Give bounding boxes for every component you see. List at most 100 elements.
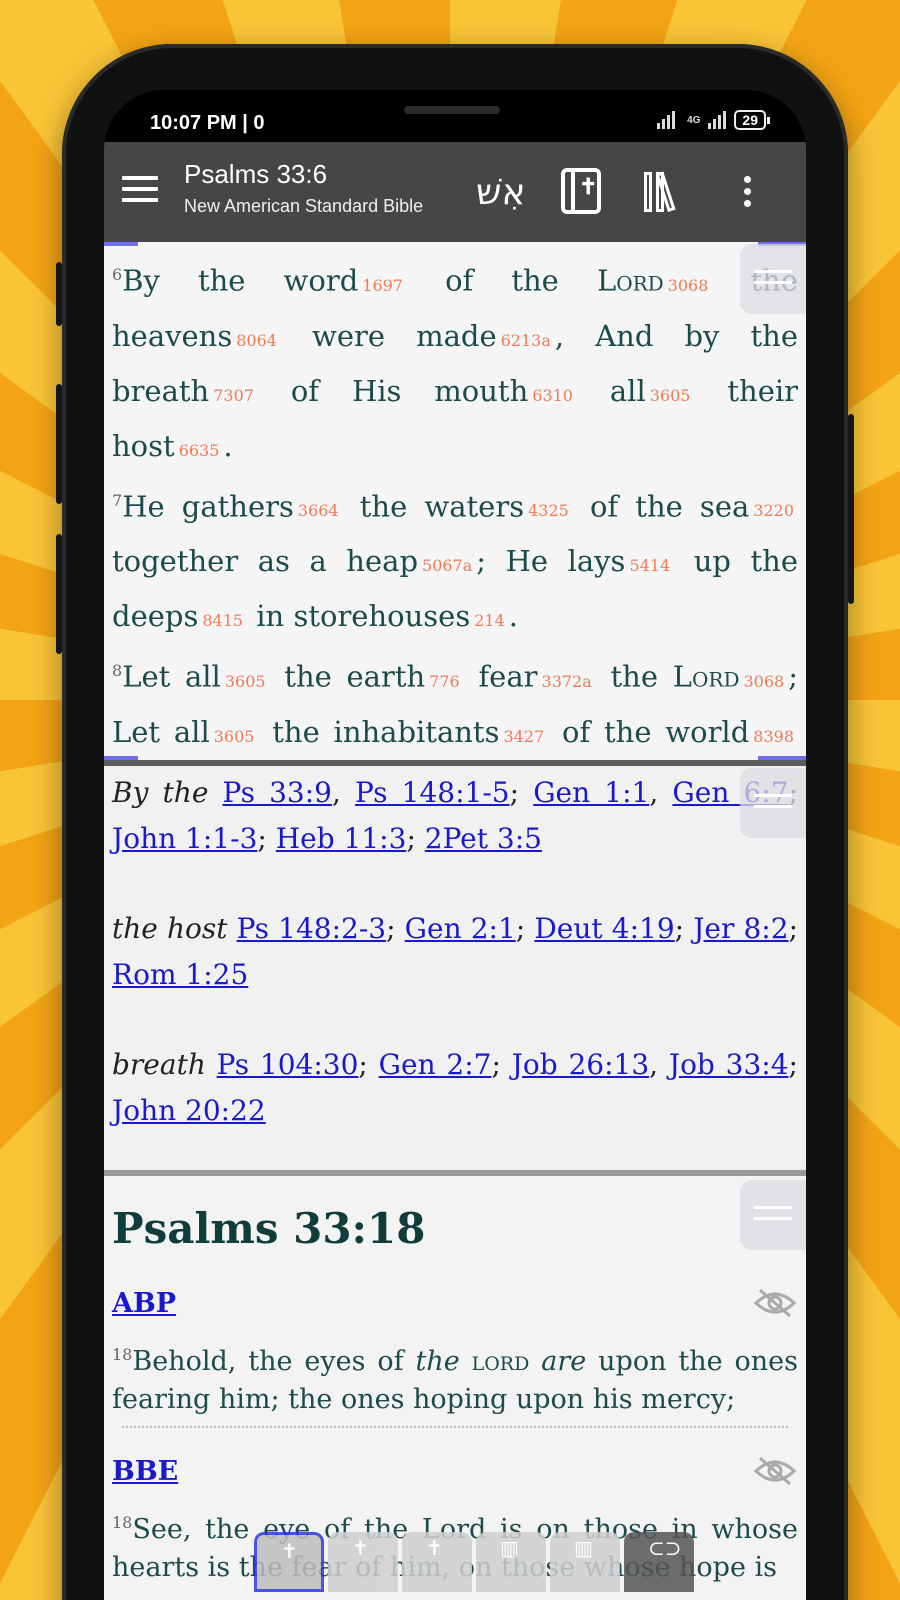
cross-reference-pane[interactable]: By the Ps 33:9, Ps 148:1-5; Gen 1:1, Gen… bbox=[104, 766, 806, 1170]
xref-separator: ; bbox=[386, 912, 405, 945]
strongs-number[interactable]: 8398 bbox=[749, 727, 798, 746]
xref-group: the host Ps 148:2-3; Gen 2:1; Deut 4:19;… bbox=[112, 906, 798, 998]
verse-fragment: Let all bbox=[122, 659, 221, 694]
xref-separator: ; bbox=[509, 776, 534, 809]
xref-link[interactable]: 2Pet 3:5 bbox=[425, 822, 542, 855]
xref-separator: ; bbox=[788, 1048, 798, 1081]
verse-fragment: to­gether as a heap bbox=[112, 544, 419, 579]
strongs-number[interactable]: 776 bbox=[425, 672, 464, 691]
window-tab[interactable]: ✝ bbox=[254, 1532, 324, 1592]
bible-pane[interactable]: 6By the word1697 of the Lord3068 the hea… bbox=[104, 242, 806, 762]
window-tab[interactable]: ✝ bbox=[328, 1532, 398, 1592]
signal-icon bbox=[657, 111, 676, 129]
verse-number: 8 bbox=[112, 661, 123, 681]
translation-link-bbe[interactable]: BBE bbox=[112, 1456, 178, 1487]
xref-link[interactable]: Ps 33:9 bbox=[223, 776, 332, 809]
phone-screen: 10:07 PM | 0 4G 29 Psalms 33:6 New Ameri… bbox=[104, 90, 806, 1600]
battery-icon: 29 bbox=[734, 110, 770, 130]
xref-link[interactable]: Ps 148:2-3 bbox=[237, 912, 387, 945]
xref-link[interactable]: Ps 148:1-5 bbox=[355, 776, 510, 809]
strongs-number[interactable]: 5067a bbox=[418, 556, 476, 575]
xref-separator: ; bbox=[491, 1048, 512, 1081]
eye-off-icon[interactable] bbox=[754, 1288, 796, 1318]
verse-fragment: the earth bbox=[269, 659, 426, 694]
window-tab[interactable]: ▥ bbox=[550, 1532, 620, 1592]
strongs-number[interactable]: 6213a bbox=[497, 331, 555, 350]
strongs-number[interactable]: 8064 bbox=[232, 331, 281, 350]
xref-link[interactable]: Heb 11:3 bbox=[276, 822, 407, 855]
verse-fragment: ; He lays bbox=[476, 544, 626, 579]
app-bar: Psalms 33:6 New American Standard Bible … bbox=[104, 142, 806, 242]
page-title[interactable]: Psalms 33:6 bbox=[184, 159, 327, 190]
xref-group: breath Ps 104:30; Gen 2:7; Job 26:13, Jo… bbox=[112, 1042, 798, 1134]
strongs-number[interactable]: 3664 bbox=[294, 501, 343, 520]
verse-fragment: He gathers bbox=[122, 489, 294, 524]
xref-link[interactable]: Job 33:4 bbox=[669, 1048, 789, 1081]
verse[interactable]: 6By the word1697 of the Lord3068 the hea… bbox=[112, 250, 798, 476]
xref-link[interactable]: Jer 8:2 bbox=[693, 912, 788, 945]
compare-title: Psalms 33:18 bbox=[112, 1204, 426, 1253]
bible-icon[interactable] bbox=[561, 168, 601, 214]
strongs-number[interactable]: 3068 bbox=[664, 276, 713, 295]
strongs-number[interactable]: 3605 bbox=[221, 672, 270, 691]
document-tab-icon[interactable] bbox=[740, 1180, 806, 1250]
translation-link-abp[interactable]: ABP bbox=[112, 1288, 176, 1319]
window-tab[interactable]: ✝ bbox=[402, 1532, 472, 1592]
strongs-number[interactable]: 5414 bbox=[625, 556, 674, 575]
xref-link[interactable]: Job 26:13 bbox=[512, 1048, 649, 1081]
verse-fragment: the inhabitants bbox=[258, 714, 500, 749]
hebrew-icon[interactable]: אִשׁ bbox=[476, 172, 526, 213]
strongs-number[interactable]: 6635 bbox=[175, 441, 224, 460]
strongs-number[interactable]: 3372a bbox=[538, 672, 596, 691]
phone-side-button bbox=[56, 262, 62, 326]
strongs-number[interactable]: 1697 bbox=[358, 276, 407, 295]
xref-separator: , bbox=[649, 1048, 669, 1081]
xref-label: By the bbox=[112, 776, 209, 809]
lord-smallcaps: Lord bbox=[596, 263, 664, 298]
xref-separator: ; bbox=[406, 822, 425, 855]
strongs-number[interactable]: 3068 bbox=[740, 672, 789, 691]
strongs-number[interactable]: 3220 bbox=[749, 501, 798, 520]
status-icons: 4G 29 bbox=[657, 110, 770, 130]
strongs-number[interactable]: 7307 bbox=[209, 386, 258, 405]
strongs-number[interactable]: 4325 bbox=[524, 501, 573, 520]
verse[interactable]: 8Let all 3605 the earth 776 fear 3372a the … bbox=[112, 646, 798, 762]
phone-side-button bbox=[848, 414, 854, 604]
xref-link[interactable]: Rom 1:25 bbox=[112, 958, 248, 991]
strongs-number[interactable]: 3605 bbox=[210, 727, 259, 746]
translation-separator bbox=[122, 1426, 788, 1428]
verse-text[interactable]: 6By the word1697 of the Lord3068 the hea… bbox=[112, 250, 798, 762]
xref-label: the host bbox=[112, 912, 228, 945]
overflow-icon[interactable] bbox=[744, 176, 754, 212]
xref-link[interactable]: Gen 2:7 bbox=[379, 1048, 492, 1081]
strongs-number[interactable]: 3605 bbox=[646, 386, 695, 405]
xref-link[interactable]: Ps 104:30 bbox=[217, 1048, 359, 1081]
xref-link[interactable]: Deut 4:19 bbox=[534, 912, 674, 945]
xref-link[interactable]: Gen 1:1 bbox=[533, 776, 649, 809]
xref-separator: ; bbox=[515, 912, 535, 945]
eye-off-icon[interactable] bbox=[754, 1456, 796, 1486]
strongs-number[interactable]: 8415 bbox=[198, 611, 247, 630]
signal-icon bbox=[708, 111, 727, 129]
document-tab-icon[interactable] bbox=[740, 768, 806, 838]
pane-indicator bbox=[104, 242, 138, 246]
document-tab-icon[interactable] bbox=[740, 244, 806, 314]
window-tab[interactable]: ▥ bbox=[476, 1532, 546, 1592]
phone-side-button bbox=[56, 384, 62, 504]
status-bar: 10:07 PM | 0 4G 29 bbox=[104, 90, 806, 146]
link-icon[interactable]: ⊂⊃ bbox=[624, 1532, 694, 1592]
xref-link[interactable]: Gen 2:1 bbox=[405, 912, 516, 945]
verse-fragment: all bbox=[576, 373, 646, 408]
xref-label: breath bbox=[112, 1048, 206, 1081]
bible-version[interactable]: New American Standard Bible bbox=[184, 196, 423, 217]
verse[interactable]: 7He gathers 3664 the waters 4325 of the se… bbox=[112, 476, 798, 647]
strongs-number[interactable]: 3427 bbox=[499, 727, 548, 746]
menu-icon[interactable] bbox=[122, 176, 158, 206]
library-icon[interactable] bbox=[644, 171, 676, 212]
verse-fragment: of the sea bbox=[572, 489, 750, 524]
xref-link[interactable]: John 20:22 bbox=[112, 1094, 266, 1127]
strongs-number[interactable]: 214 bbox=[470, 611, 509, 630]
xref-link[interactable]: John 1:1-3 bbox=[112, 822, 257, 855]
network-type: 4G bbox=[687, 114, 701, 126]
strongs-number[interactable]: 6310 bbox=[528, 386, 577, 405]
